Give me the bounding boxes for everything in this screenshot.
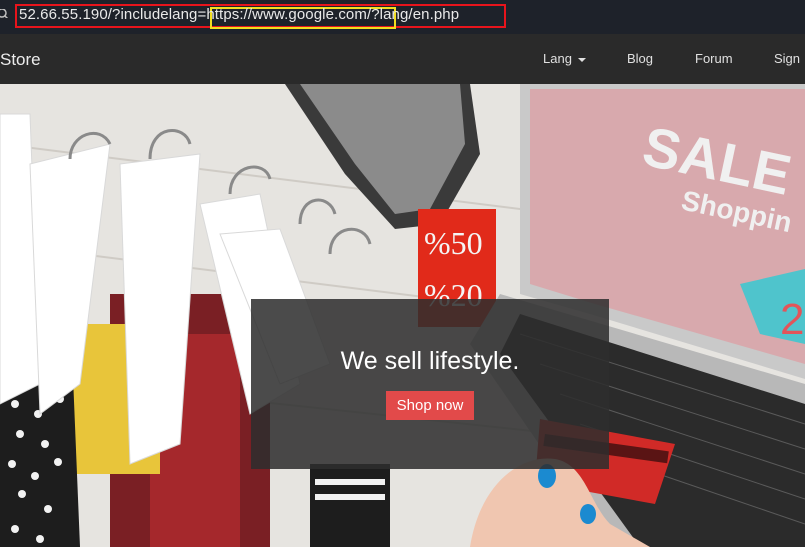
address-bar[interactable]: 52.66.55.190/?includelang=https://www.go… bbox=[0, 0, 805, 34]
nav-lang-label: Lang bbox=[543, 51, 572, 66]
shop-now-button[interactable]: Shop now bbox=[386, 391, 474, 420]
laptop-screen-digit: 2 bbox=[780, 295, 804, 344]
nav-sign[interactable]: Sign bbox=[774, 51, 800, 66]
nav-forum[interactable]: Forum bbox=[695, 51, 733, 66]
hero-banner: %50 %20 SALE Shoppin 2 We sell lifestyle… bbox=[0, 84, 805, 547]
caret-down-icon bbox=[577, 57, 586, 62]
search-icon bbox=[0, 7, 11, 18]
navbar: Store Lang Blog Forum Sign bbox=[0, 34, 805, 84]
brand-store[interactable]: Store bbox=[0, 50, 41, 70]
nav-blog[interactable]: Blog bbox=[627, 51, 653, 66]
price-tag-text-50: %50 bbox=[424, 225, 483, 261]
nav-lang-dropdown[interactable]: Lang bbox=[543, 51, 586, 66]
hero-tagline: We sell lifestyle. bbox=[340, 347, 520, 375]
hero-overlay: We sell lifestyle. Shop now bbox=[251, 299, 609, 469]
url-text[interactable]: 52.66.55.190/?includelang=https://www.go… bbox=[19, 6, 459, 23]
